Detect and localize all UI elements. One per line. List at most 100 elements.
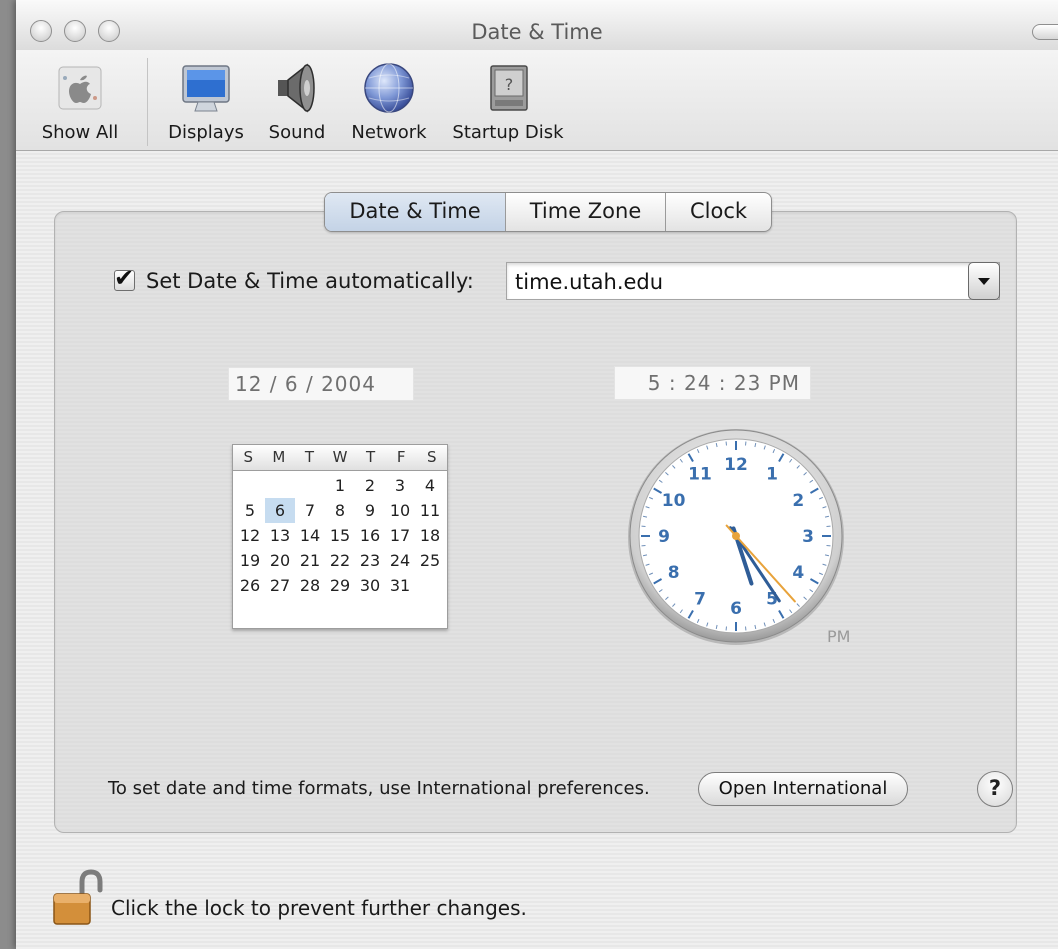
calendar: S M T W T F S 1 2 3 4 5 6 7 8 9 10 11 12 13 14 15 16 17 1… bbox=[232, 444, 448, 629]
checkmark-icon: ✔ bbox=[114, 264, 135, 292]
calendar-day[interactable]: 22 bbox=[325, 548, 355, 573]
clock-period-label: PM bbox=[827, 627, 850, 646]
calendar-day[interactable]: 23 bbox=[355, 548, 385, 573]
clock-hour-number: 7 bbox=[694, 589, 706, 609]
analog-clock: 12 1234567891011 PM bbox=[628, 429, 850, 646]
calendar-day[interactable]: 17 bbox=[385, 523, 415, 548]
calendar-day[interactable]: 24 bbox=[385, 548, 415, 573]
weekday-label: T bbox=[365, 448, 376, 466]
calendar-day[interactable]: 16 bbox=[355, 523, 385, 548]
calendar-day[interactable]: 27 bbox=[265, 573, 295, 598]
toolbar-toggle-button[interactable] bbox=[1032, 24, 1058, 40]
window-title: Date & Time bbox=[471, 20, 603, 44]
calendar-day[interactable]: 31 bbox=[385, 573, 415, 598]
tab-clock[interactable]: Clock bbox=[665, 193, 771, 231]
calendar-day[interactable]: 28 bbox=[295, 573, 325, 598]
help-button[interactable]: ? bbox=[977, 771, 1013, 807]
calendar-day[interactable]: 2 bbox=[355, 473, 385, 498]
display-icon bbox=[182, 65, 230, 112]
clock-hour-number: 6 bbox=[730, 599, 742, 619]
clock-hour-number: 8 bbox=[668, 563, 680, 583]
toolbar-network-button[interactable]: Network bbox=[345, 58, 433, 143]
calendar-day[interactable]: 14 bbox=[295, 523, 325, 548]
toolbar-label: Startup Disk bbox=[452, 122, 564, 143]
weekday-label: S bbox=[243, 448, 254, 466]
preferences-window: Date & Time Show All Displays Sound Netw… bbox=[16, 0, 1058, 949]
clock-hour-number: 2 bbox=[792, 491, 804, 511]
set-automatically-checkbox[interactable]: ✔ bbox=[114, 264, 135, 292]
tab-control: Date & Time Time Zone Clock bbox=[324, 192, 772, 232]
tab-content-panel bbox=[54, 211, 1017, 833]
toolbar-show-all-button[interactable]: Show All bbox=[36, 58, 124, 143]
calendar-day[interactable] bbox=[235, 473, 265, 498]
svg-text:?: ? bbox=[505, 75, 514, 94]
calendar-day[interactable]: 11 bbox=[415, 498, 445, 523]
calendar-day[interactable]: 18 bbox=[415, 523, 445, 548]
open-international-button[interactable]: Open International bbox=[698, 772, 908, 806]
calendar-day[interactable]: 1 bbox=[325, 473, 355, 498]
weekday-label: F bbox=[396, 448, 406, 466]
clock-hour-number: 1 bbox=[766, 465, 778, 485]
toolbar-divider bbox=[147, 58, 148, 146]
weekday-label: M bbox=[272, 448, 286, 466]
calendar-day[interactable]: 20 bbox=[265, 548, 295, 573]
formats-note: To set date and time formats, use Intern… bbox=[108, 778, 650, 799]
toolbar-label: Show All bbox=[41, 122, 119, 143]
calendar-day[interactable] bbox=[415, 573, 445, 598]
calendar-day[interactable]: 5 bbox=[235, 498, 265, 523]
toolbar-startup-disk-button[interactable]: ? Startup Disk bbox=[445, 58, 571, 143]
calendar-day[interactable]: 6 bbox=[265, 498, 295, 523]
time-server-value[interactable]: time.utah.edu bbox=[515, 270, 663, 294]
calendar-day[interactable]: 12 bbox=[235, 523, 265, 548]
clock-hour-number: 11 bbox=[688, 465, 712, 485]
calendar-day[interactable]: 21 bbox=[295, 548, 325, 573]
calendar-day[interactable]: 13 bbox=[265, 523, 295, 548]
calendar-day[interactable]: 19 bbox=[235, 548, 265, 573]
calendar-weekday-header: S M T W T F S bbox=[233, 445, 447, 471]
calendar-day[interactable]: 30 bbox=[355, 573, 385, 598]
unlocked-padlock-icon[interactable] bbox=[50, 868, 104, 928]
calendar-day[interactable] bbox=[265, 473, 295, 498]
calendar-day[interactable]: 29 bbox=[325, 573, 355, 598]
apple-logo-icon bbox=[58, 66, 102, 110]
time-server-dropdown-button[interactable] bbox=[968, 262, 1000, 300]
calendar-day[interactable]: 15 bbox=[325, 523, 355, 548]
set-automatically-label[interactable]: Set Date & Time automatically: bbox=[146, 269, 474, 293]
clock-hour-number: 12 bbox=[724, 455, 748, 475]
time-server-combobox[interactable]: time.utah.edu bbox=[506, 262, 1000, 300]
speaker-icon bbox=[278, 63, 315, 113]
clock-hour-number: 9 bbox=[658, 527, 670, 547]
calendar-day[interactable]: 10 bbox=[385, 498, 415, 523]
calendar-day[interactable]: 7 bbox=[295, 498, 325, 523]
calendar-day[interactable]: 8 bbox=[325, 498, 355, 523]
lock-instruction-text: Click the lock to prevent further change… bbox=[111, 896, 527, 920]
tab-time-zone[interactable]: Time Zone bbox=[505, 193, 665, 231]
clock-hour-number: 4 bbox=[792, 563, 804, 583]
calendar-day[interactable]: 3 bbox=[385, 473, 415, 498]
weekday-label: S bbox=[426, 448, 437, 466]
calendar-day-grid: 1 2 3 4 5 6 7 8 9 10 11 12 13 14 15 16 17 18 19 20 21 22 23 24 2… bbox=[233, 471, 447, 598]
calendar-day[interactable]: 25 bbox=[415, 548, 445, 573]
title-bar[interactable]: Date & Time bbox=[16, 0, 1058, 50]
toolbar: Show All Displays Sound Network ? Startu… bbox=[16, 50, 1058, 151]
clock-center-pin bbox=[732, 532, 740, 540]
tab-date-and-time[interactable]: Date & Time bbox=[325, 193, 505, 231]
disk-icon: ? bbox=[490, 65, 528, 111]
clock-hour-number: 3 bbox=[802, 527, 814, 547]
toolbar-label: Displays bbox=[168, 122, 244, 143]
calendar-day[interactable]: 9 bbox=[355, 498, 385, 523]
toolbar-label: Network bbox=[351, 122, 427, 143]
weekday-label: W bbox=[332, 448, 348, 466]
toolbar-label: Sound bbox=[268, 122, 326, 143]
clock-hour-number: 10 bbox=[662, 491, 686, 511]
time-field[interactable]: 5 : 24 : 23 PM bbox=[614, 366, 811, 400]
globe-icon bbox=[364, 63, 414, 113]
calendar-day[interactable] bbox=[295, 473, 325, 498]
chevron-down-icon bbox=[978, 278, 990, 285]
date-field[interactable]: 12 / 6 / 2004 bbox=[228, 367, 414, 401]
toolbar-sound-button[interactable]: Sound bbox=[262, 58, 332, 143]
calendar-day[interactable]: 26 bbox=[235, 573, 265, 598]
weekday-label: T bbox=[304, 448, 314, 466]
calendar-day[interactable]: 4 bbox=[415, 473, 445, 498]
toolbar-displays-button[interactable]: Displays bbox=[164, 58, 248, 143]
